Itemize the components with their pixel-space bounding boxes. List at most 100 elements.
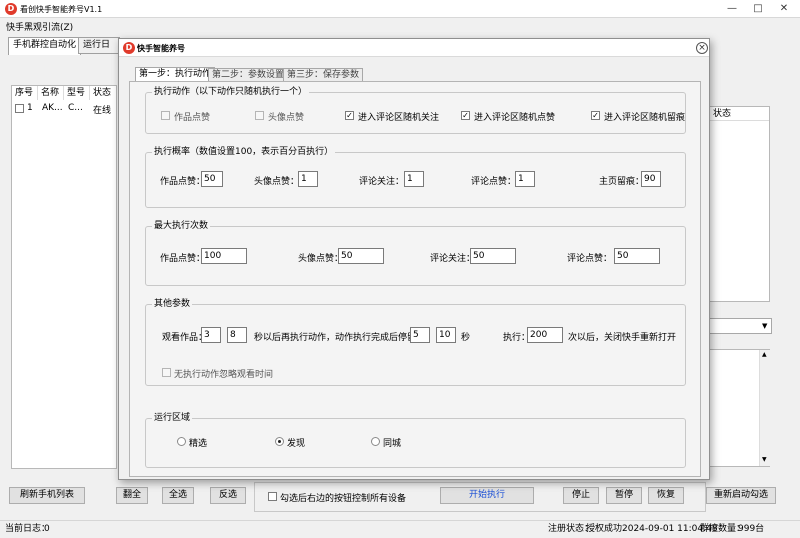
- rate-group: 执行概率（数值设置100，表示百分百执行） 作品点赞： 50 头像点赞： 1 评…: [145, 147, 686, 208]
- stop-button[interactable]: 停止: [563, 487, 599, 504]
- right-column-header-status: 状态: [707, 107, 769, 121]
- max-work-like-label: 作品点赞：: [160, 254, 206, 264]
- reg-value: 授权成功: [586, 524, 623, 534]
- exec-suffix: 次以后，关闭快手重新打开: [568, 333, 677, 343]
- sync-control-label: 勾选后右边的按钮控制所有设备: [280, 494, 407, 504]
- rate-home-trace-input[interactable]: 90: [641, 171, 661, 187]
- label-avatar-like: 头像点赞: [268, 113, 305, 123]
- label-local[interactable]: 同城: [383, 436, 401, 449]
- region-group: 运行区域 精选 发现 同城: [145, 413, 686, 468]
- chevron-down-icon: ▼: [762, 322, 768, 330]
- restart-selected-button[interactable]: 重新启动勾选: [706, 487, 776, 504]
- max-avatar-like-input[interactable]: 50: [338, 248, 384, 264]
- rate-comment-follow-label: 评论关注：: [359, 177, 405, 187]
- table-row[interactable]: 1 AK... C... 在线: [12, 101, 116, 116]
- start-button[interactable]: 开始执行: [440, 487, 534, 504]
- checkbox-work-like: [161, 111, 170, 120]
- ignore-watch-checkbox[interactable]: [162, 368, 171, 377]
- step1-panel: 执行动作（以下动作只随机执行一个） 作品点赞 头像点赞 ✓ 进入评论区随机关注 …: [129, 81, 701, 477]
- rate-comment-like-input[interactable]: 1: [515, 171, 535, 187]
- scroll-down-icon[interactable]: ▼: [762, 456, 767, 463]
- row-checkbox[interactable]: [15, 104, 24, 113]
- column-header-index[interactable]: 序号: [12, 86, 38, 100]
- dialog-titlebar: D 快手智能养号 ×: [119, 39, 709, 57]
- sync-control-checkbox[interactable]: [268, 492, 277, 501]
- region-legend: 运行区域: [152, 413, 193, 424]
- max-count-group: 最大执行次数 作品点赞： 100 头像点赞： 50 评论关注： 50 评论点赞：…: [145, 221, 686, 286]
- app-titlebar: D 看创快手智能养号V1.1 — □ ✕: [0, 0, 800, 18]
- pause-button[interactable]: 暂停: [606, 487, 642, 504]
- rate-comment-like-label: 评论点赞：: [471, 177, 517, 187]
- menu-bar: 快手黑观引流(Z): [0, 18, 800, 33]
- watch-min-input[interactable]: 3: [201, 327, 221, 343]
- dialog-close-icon[interactable]: ×: [696, 42, 708, 54]
- watch-max-input[interactable]: 8: [227, 327, 247, 343]
- settings-dialog: D 快手智能养号 × 第一步：执行动作 第二步：参数设置 第三步：保存参数 执行…: [118, 38, 710, 480]
- minimize-icon[interactable]: —: [722, 1, 742, 17]
- label-comment-follow[interactable]: 进入评论区随机关注: [358, 110, 439, 123]
- rate-work-like-input[interactable]: 50: [201, 171, 223, 187]
- max-comment-like-label: 评论点赞：: [567, 254, 613, 264]
- max-comment-follow-input[interactable]: 50: [470, 248, 516, 264]
- other-params-group: 其他参数 观看作品： 3 8 秒以后再执行动作，动作执行完成后停留 5 10 秒…: [145, 299, 686, 386]
- rate-home-trace-label: 主页留痕：: [599, 177, 645, 187]
- tab-automation[interactable]: 手机群控自动化: [8, 37, 82, 55]
- stay-max-input[interactable]: 10: [436, 327, 456, 343]
- ignore-watch-label[interactable]: 无执行动作忽略观看时间: [174, 367, 273, 380]
- max-comment-like-input[interactable]: 50: [614, 248, 660, 264]
- status-bar: 当前日志： 0 注册状态： 授权成功 2024-09-01 11:04:48 群…: [0, 520, 800, 538]
- label-comment-trace[interactable]: 进入评论区随机留痕: [604, 110, 685, 123]
- checkbox-comment-trace[interactable]: ✓: [591, 111, 600, 120]
- resume-button[interactable]: 恢复: [648, 487, 684, 504]
- label-discover[interactable]: 发现: [287, 436, 305, 449]
- column-header-model[interactable]: 型号: [64, 86, 90, 100]
- actions-group: 执行动作（以下动作只随机执行一个） 作品点赞 头像点赞 ✓ 进入评论区随机关注 …: [145, 87, 686, 134]
- dialog-title: 快手智能养号: [137, 44, 185, 53]
- radio-local[interactable]: [371, 437, 380, 446]
- actions-legend: 执行动作（以下动作只随机执行一个）: [152, 87, 310, 98]
- label-featured[interactable]: 精选: [189, 436, 207, 449]
- rate-legend: 执行概率（数值设置100，表示百分百执行）: [152, 147, 336, 158]
- right-log-panel: ▲ ▼: [706, 349, 770, 467]
- row-status: 在线: [93, 106, 112, 116]
- other-params-legend: 其他参数: [152, 299, 193, 310]
- select-all-button[interactable]: 全选: [162, 487, 194, 504]
- column-header-name[interactable]: 名称: [38, 86, 64, 100]
- label-work-like: 作品点赞: [174, 113, 211, 123]
- checkbox-comment-follow[interactable]: ✓: [345, 111, 354, 120]
- tab-run-log[interactable]: 运行日志: [78, 37, 120, 54]
- rate-avatar-like-input[interactable]: 1: [298, 171, 318, 187]
- scroll-up-icon[interactable]: ▲: [762, 351, 767, 358]
- radio-featured[interactable]: [177, 437, 186, 446]
- max-work-like-input[interactable]: 100: [201, 248, 247, 264]
- menu-item-yinliu[interactable]: 快手黑观引流(Z): [6, 20, 73, 33]
- stay-min-input[interactable]: 5: [410, 327, 430, 343]
- max-count-legend: 最大执行次数: [152, 221, 211, 232]
- device-table: 序号 名称 型号 状态 1 AK... C... 在线: [11, 85, 117, 469]
- dialog-logo-icon: D: [123, 42, 135, 54]
- rate-work-like-label: 作品点赞：: [160, 177, 206, 187]
- label-comment-like[interactable]: 进入评论区随机点赞: [474, 110, 555, 123]
- invert-all-button[interactable]: 翻全: [116, 487, 148, 504]
- refresh-device-list-button[interactable]: 刷新手机列表: [9, 487, 85, 504]
- radio-discover[interactable]: [275, 437, 284, 446]
- log-count: 0: [44, 524, 50, 534]
- row-name: AK...: [42, 103, 63, 113]
- checkbox-comment-like[interactable]: ✓: [461, 111, 470, 120]
- app-title: 看创快手智能养号V1.1: [20, 5, 103, 14]
- column-header-status[interactable]: 状态: [90, 86, 116, 100]
- maximize-icon[interactable]: □: [748, 1, 768, 17]
- max-avatar-like-label: 头像点赞：: [298, 254, 344, 264]
- app-logo-icon: D: [5, 3, 17, 15]
- rate-comment-follow-input[interactable]: 1: [404, 171, 424, 187]
- right-dropdown[interactable]: ▼: [706, 318, 772, 334]
- rate-avatar-like-label: 头像点赞：: [254, 177, 300, 187]
- row-index: 1: [27, 103, 33, 113]
- watch-mid-text: 秒以后再执行动作，动作执行完成后停留: [254, 333, 417, 343]
- close-icon[interactable]: ✕: [774, 1, 794, 17]
- row-model: C...: [68, 103, 83, 113]
- deselect-button[interactable]: 反选: [210, 487, 246, 504]
- log-scrollbar[interactable]: ▲ ▼: [759, 350, 770, 466]
- checkbox-avatar-like: [255, 111, 264, 120]
- exec-count-input[interactable]: 200: [527, 327, 563, 343]
